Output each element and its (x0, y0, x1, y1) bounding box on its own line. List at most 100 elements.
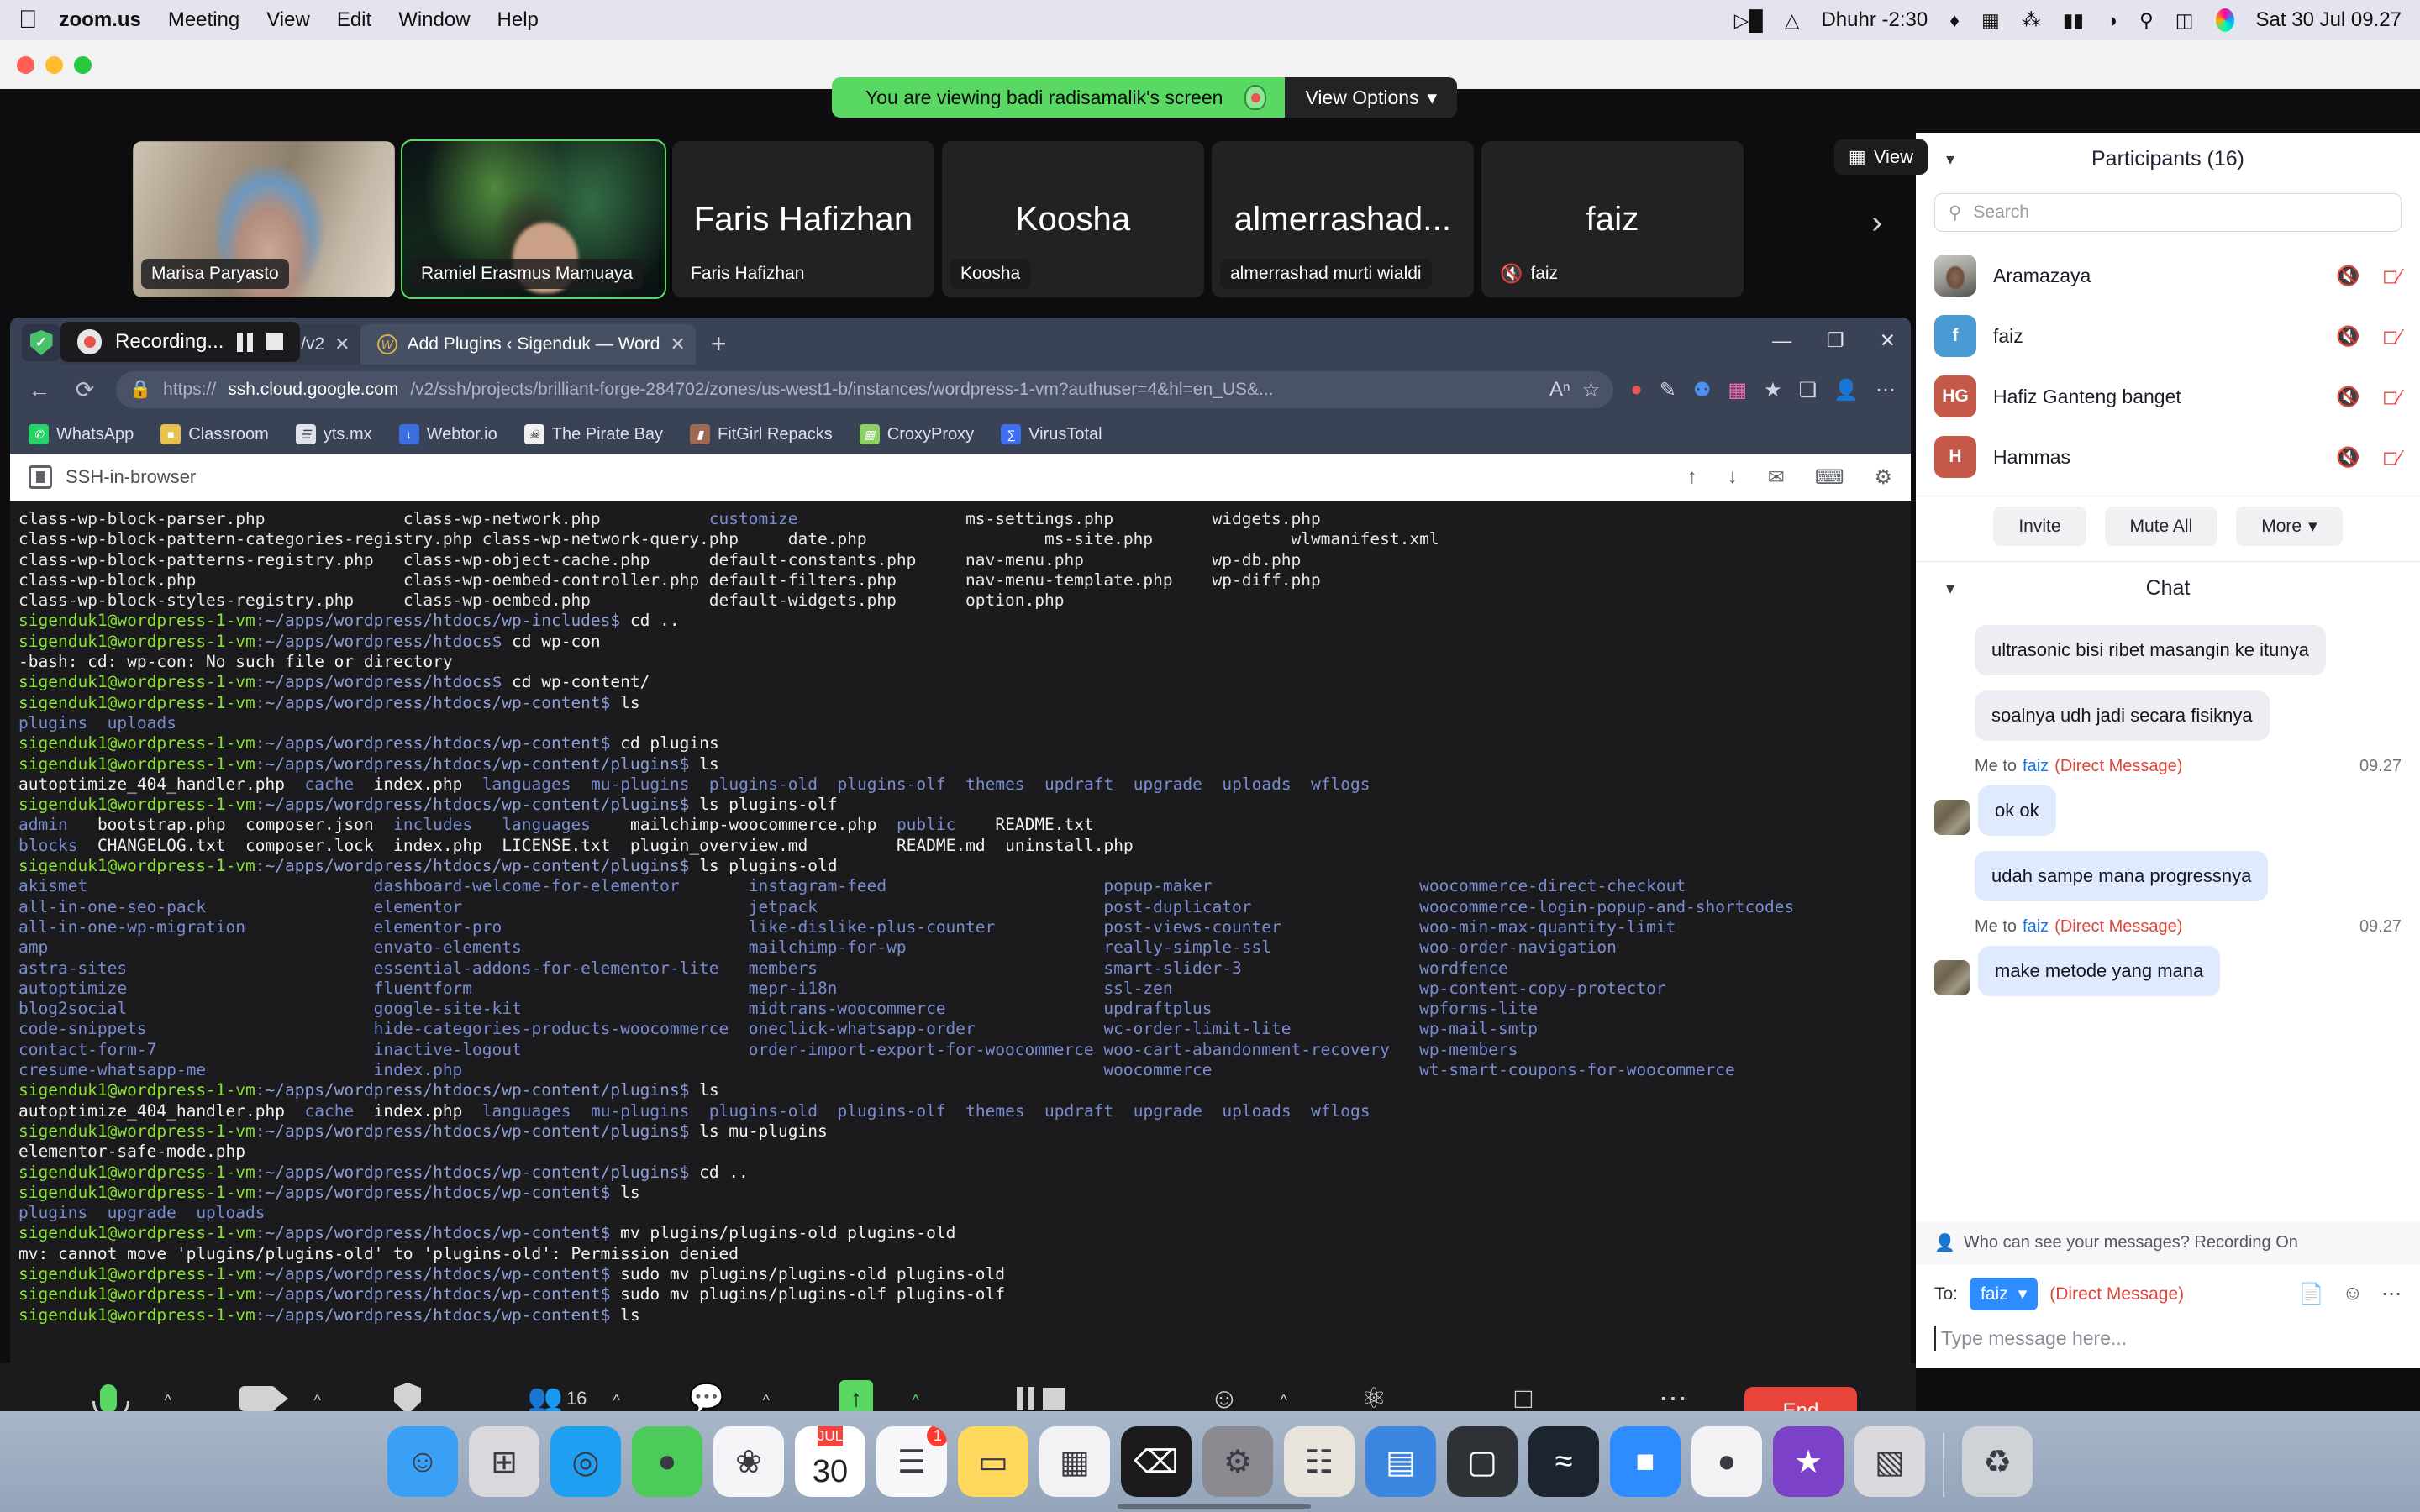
close-tab-icon[interactable]: ✕ (334, 333, 350, 355)
menu-item-view[interactable]: View (266, 8, 310, 32)
emoji-icon[interactable]: ☺ (2342, 1282, 2363, 1306)
preview-icon[interactable]: ☷ (1284, 1426, 1355, 1497)
wifi-icon[interactable]: ◑ (2106, 9, 2118, 32)
favorites-icon[interactable]: ★ (1764, 378, 1782, 402)
chevron-up-icon[interactable]: ^ (1281, 1392, 1287, 1410)
ssh-terminal[interactable]: class-wp-block-parser.php class-wp-netwo… (10, 501, 1911, 1368)
window-traffic-lights[interactable] (17, 55, 92, 74)
reminders-icon[interactable]: ☰ 1 (876, 1426, 947, 1497)
bookmark-fitgirl[interactable]: ▮ FitGirl Repacks (690, 424, 833, 444)
roblox-icon[interactable]: ▢ (1447, 1426, 1518, 1497)
video-off-icon[interactable]: ◻∕ (2382, 446, 2402, 469)
address-bar[interactable]: 🔒 https:// ssh.cloud.google.com/v2/ssh/pr… (116, 371, 1614, 408)
chevron-up-icon[interactable]: ^ (314, 1392, 321, 1410)
zoom-icon[interactable]: ■ (1610, 1426, 1681, 1497)
mic-muted-icon[interactable]: 🔇 (2336, 386, 2360, 408)
apple-logo-icon[interactable]:  (18, 8, 38, 33)
prayer-times-icon[interactable]: △ (1785, 9, 1800, 32)
activity-monitor-icon[interactable]: ≈ (1528, 1426, 1599, 1497)
chevron-up-icon[interactable]: ^ (165, 1392, 171, 1410)
menu-item-help[interactable]: Help (497, 8, 539, 32)
video-tile[interactable]: Koosha Koosha (942, 141, 1204, 297)
notes-icon[interactable]: ▭ (958, 1426, 1028, 1497)
more-participants-button[interactable]: More ▾ (2236, 507, 2343, 546)
siri-icon[interactable] (2215, 8, 2234, 32)
close-icon[interactable]: ✕ (1880, 329, 1896, 352)
settings-icon[interactable]: ⚙ (1202, 1426, 1273, 1497)
pause-recording-button[interactable] (237, 332, 254, 352)
bookmark-classroom[interactable]: ■ Classroom (160, 424, 269, 444)
invite-button[interactable]: Invite (1993, 507, 2086, 546)
chrome-icon[interactable]: ● (1691, 1426, 1762, 1497)
view-options-button[interactable]: View Options ▾ (1285, 77, 1458, 118)
messages-icon[interactable]: ● (632, 1426, 702, 1497)
menu-item-edit[interactable]: Edit (337, 8, 371, 32)
chat-message-input[interactable]: Type message here... (1916, 1319, 2420, 1368)
maximize-icon[interactable]: ❐ (1827, 329, 1844, 352)
menu-item-window[interactable]: Window (398, 8, 470, 32)
bookmark-whatsapp[interactable]: ✆ WhatsApp (29, 424, 134, 444)
chat-message-list[interactable]: ultrasonic bisi ribet masangin ke itunya… (1916, 614, 2420, 1221)
files-icon[interactable]: ▤ (1365, 1426, 1436, 1497)
chevron-up-icon[interactable]: ^ (763, 1392, 770, 1410)
safari-icon[interactable]: ◎ (550, 1426, 621, 1497)
calendar-icon[interactable]: JUL 30 (795, 1426, 865, 1497)
participants-search[interactable]: ⚲ Search (1934, 193, 2402, 232)
participant-row[interactable]: H Hammas 🔇 ◻∕ (1916, 427, 2420, 487)
filmstrip-next-button[interactable]: › (1871, 205, 1882, 241)
collections-icon[interactable]: ❏ (1799, 378, 1818, 402)
collapse-participants-icon[interactable]: ▾ (1946, 149, 1954, 170)
settings-gear-icon[interactable]: ⚙ (1874, 465, 1892, 490)
adblock-extension-icon[interactable]: ● (1630, 378, 1643, 402)
file-attach-icon[interactable]: 📄 (2299, 1282, 2324, 1306)
bookmark-piratebay[interactable]: ☠ The Pirate Bay (523, 424, 663, 444)
browser-menu-icon[interactable]: ⋯ (1876, 378, 1896, 402)
profile-avatar[interactable]: 👤 (1833, 378, 1859, 402)
video-off-icon[interactable]: ◻∕ (2382, 386, 2402, 408)
browser-tab-wordpress[interactable]: W Add Plugins ‹ Sigenduk — Word ✕ (360, 324, 696, 365)
downloads-stack-icon[interactable]: ▧ (1854, 1426, 1925, 1497)
bookmark-croxyproxy[interactable]: ▦ CroxyProxy (859, 424, 974, 444)
bookmark-webtor[interactable]: ↓ Webtor.io (398, 424, 497, 444)
chevron-up-icon[interactable]: ^ (613, 1392, 620, 1410)
stage-manager-icon[interactable]: ▦ (1981, 9, 2000, 32)
screen-recording-icon[interactable]: ▷█ (1734, 9, 1763, 32)
browser-window-controls[interactable]: — ❐ ✕ (1772, 329, 1896, 352)
dropbox-icon[interactable]: ♦ (1949, 9, 1960, 32)
feedback-icon[interactable]: ✉ (1768, 465, 1785, 490)
menu-item-zoom[interactable]: zoom.us (60, 8, 141, 32)
launchpad-icon[interactable]: ⊞ (469, 1426, 539, 1497)
participant-row[interactable]: Aramazaya 🔇 ◻∕ (1916, 245, 2420, 306)
video-off-icon[interactable]: ◻∕ (2382, 325, 2402, 348)
mic-muted-icon[interactable]: 🔇 (2336, 446, 2360, 469)
video-tile[interactable]: Faris Hafizhan Faris Hafizhan (672, 141, 934, 297)
zoom-window-button[interactable] (74, 55, 92, 74)
add-favorite-icon[interactable]: ☆ (1582, 378, 1601, 402)
back-button[interactable]: ← (25, 377, 54, 403)
read-aloud-icon[interactable]: Aⁿ (1549, 378, 1570, 402)
participant-row[interactable]: f faiz 🔇 ◻∕ (1916, 306, 2420, 366)
new-tab-button[interactable]: + (711, 328, 727, 360)
video-tile[interactable]: Ramiel Erasmus Mamuaya (401, 139, 666, 299)
download-icon[interactable]: ↓ (1728, 465, 1738, 490)
video-off-icon[interactable]: ◻∕ (2382, 265, 2402, 287)
chat-recipient-select[interactable]: faiz ▾ (1970, 1278, 2039, 1310)
more-options-icon[interactable]: ⋯ (2381, 1282, 2402, 1306)
extension-shield-button[interactable]: ✓ (22, 324, 60, 361)
video-tile[interactable]: almerrashad... almerrashad murti wialdi (1212, 141, 1474, 297)
mic-muted-icon[interactable]: 🔇 (2336, 325, 2360, 348)
terminal-icon[interactable]: ⌫ (1121, 1426, 1192, 1497)
prayer-times-label[interactable]: Dhuhr -2:30 (1821, 8, 1928, 32)
reload-button[interactable]: ⟳ (71, 377, 99, 403)
upload-icon[interactable]: ↑ (1687, 465, 1697, 490)
participant-row[interactable]: HG Hafiz Ganteng banget 🔇 ◻∕ (1916, 366, 2420, 427)
participants-filmstrip[interactable]: Marisa Paryasto Ramiel Erasmus Mamuaya F… (0, 139, 1916, 299)
view-layout-button[interactable]: ▦ View (1833, 139, 1928, 175)
menu-clock[interactable]: Sat 30 Jul 09.27 (2256, 8, 2402, 32)
collections-extension-icon[interactable]: ▦ (1728, 378, 1747, 402)
keyboard-icon[interactable]: ⌨ (1815, 465, 1844, 490)
chevron-up-icon[interactable]: ^ (913, 1392, 919, 1410)
battery-icon[interactable]: ▮▮ (2063, 9, 2084, 32)
bookmark-ytsmx[interactable]: ☰ yts.mx (295, 424, 372, 444)
collapse-chat-icon[interactable]: ▾ (1946, 578, 1954, 599)
